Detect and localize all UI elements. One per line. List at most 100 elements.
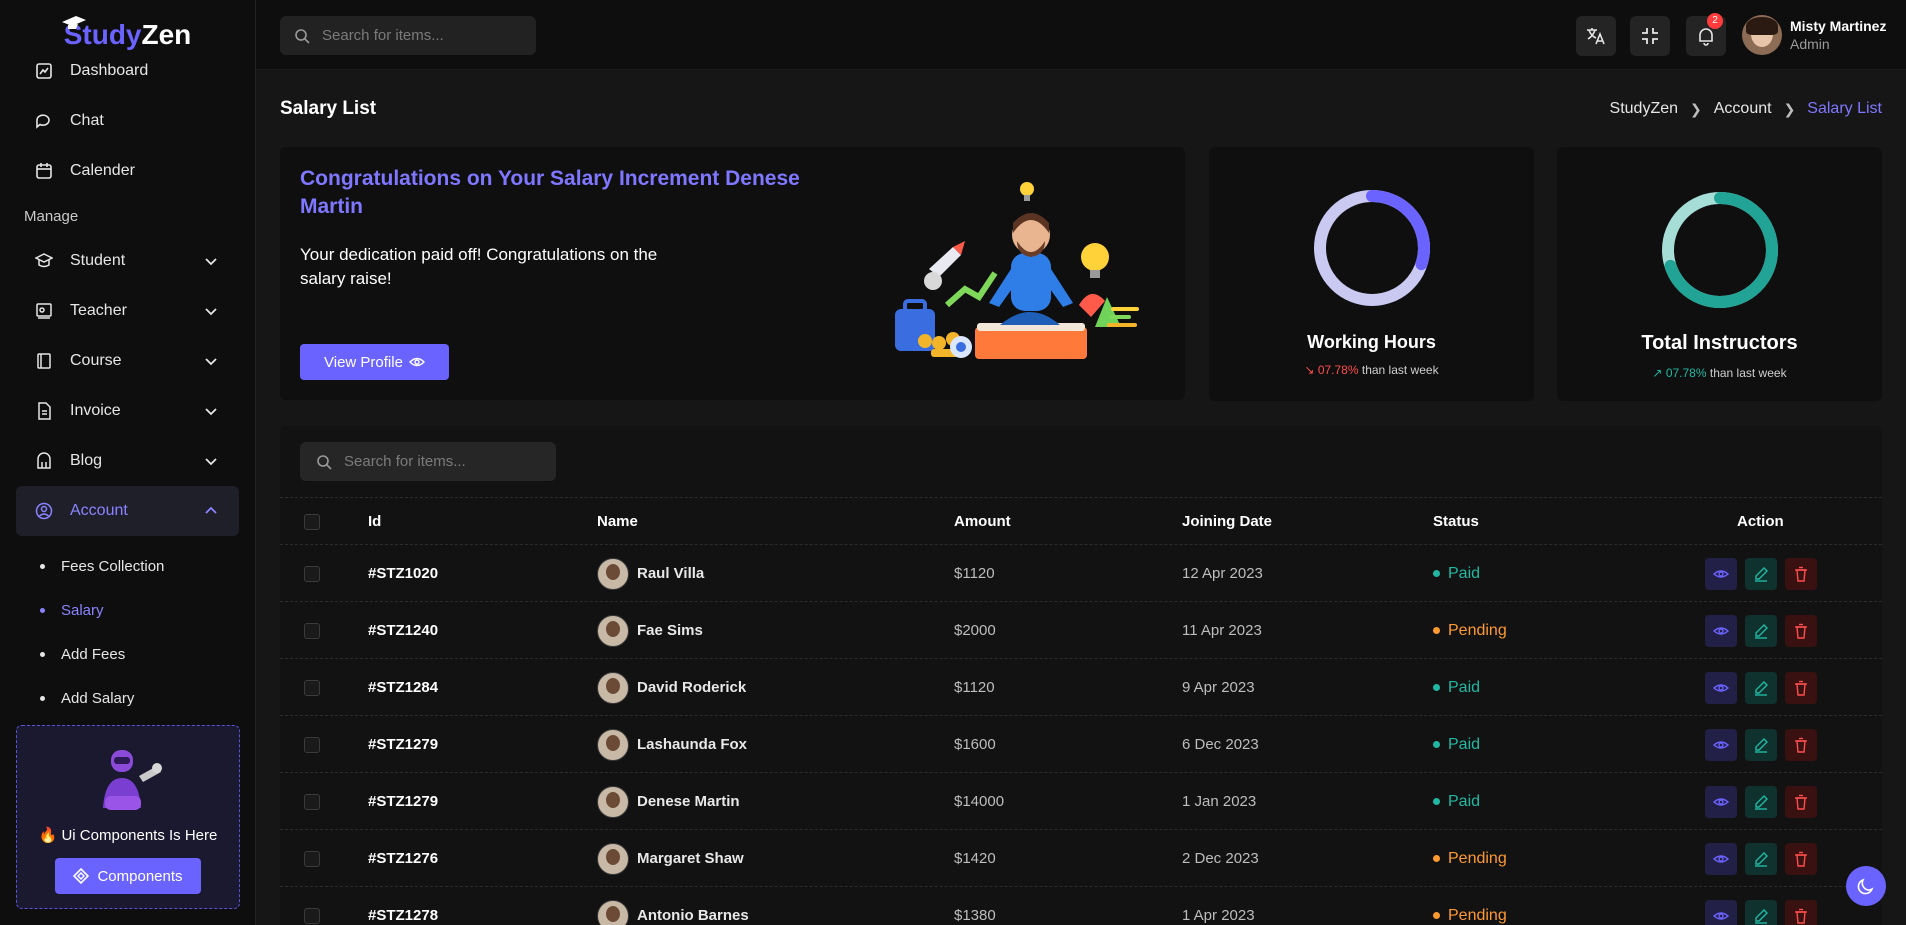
invoice-icon	[34, 401, 54, 421]
bell-icon	[1699, 28, 1713, 46]
column-header-amount[interactable]: Amount	[954, 498, 1011, 546]
sidebar-item-account[interactable]: Account	[16, 486, 239, 536]
column-header-status[interactable]: Status	[1433, 498, 1479, 546]
user-menu[interactable]: Misty Martinez Admin	[1742, 15, 1886, 55]
row-amount: $1120	[954, 679, 995, 696]
table-search[interactable]	[300, 442, 556, 481]
sidebar-subitem-add-salary[interactable]: Add Salary	[16, 676, 239, 720]
table-row[interactable]: #STZ1279 Lashaunda Fox $1600 6 Dec 2023 Paid	[280, 716, 1882, 773]
table-row[interactable]: #STZ1240 Fae Sims $2000 11 Apr 2023 Pending	[280, 602, 1882, 659]
view-button[interactable]	[1705, 785, 1737, 818]
eye-icon	[1713, 797, 1729, 806]
edit-button[interactable]	[1745, 728, 1777, 761]
view-button[interactable]	[1705, 557, 1737, 590]
row-name: Antonio Barnes	[637, 907, 749, 924]
table-row[interactable]: #STZ1020 Raul Villa $1120 12 Apr 2023 Paid	[280, 545, 1882, 602]
delete-button[interactable]	[1785, 785, 1817, 818]
sidebar-item-teacher[interactable]: Teacher	[16, 286, 239, 336]
search-input[interactable]	[322, 27, 522, 44]
components-button[interactable]: Components	[55, 858, 201, 894]
trend-down-icon: ↘	[1304, 363, 1315, 377]
eye-icon	[1713, 626, 1729, 635]
edit-button[interactable]	[1745, 842, 1777, 875]
view-button[interactable]	[1705, 899, 1737, 925]
trash-icon	[1795, 851, 1807, 867]
row-actions	[1705, 545, 1825, 602]
edit-button[interactable]	[1745, 557, 1777, 590]
sidebar-item-invoice[interactable]: Invoice	[16, 386, 239, 436]
view-button[interactable]	[1705, 842, 1737, 875]
edit-button[interactable]	[1745, 785, 1777, 818]
view-button[interactable]	[1705, 614, 1737, 647]
edit-button[interactable]	[1745, 614, 1777, 647]
congratulations-card: Congratulations on Your Salary Increment…	[280, 147, 1185, 400]
row-name-cell: David Roderick	[597, 659, 746, 716]
pencil-icon	[1755, 908, 1768, 924]
column-header-name[interactable]: Name	[597, 498, 638, 546]
column-header-joining-date[interactable]: Joining Date	[1182, 498, 1272, 546]
sidebar-item-student[interactable]: Student	[16, 236, 239, 286]
bullet-icon	[40, 607, 45, 613]
row-checkbox-cell	[304, 830, 320, 887]
header-search[interactable]	[280, 16, 536, 55]
theme-toggle-button[interactable]	[1846, 866, 1886, 906]
pencil-icon	[1755, 680, 1768, 696]
top-bar: 2 Misty Martinez Admin	[256, 0, 1906, 70]
row-checkbox[interactable]	[304, 622, 320, 639]
table-row[interactable]: #STZ1284 David Roderick $1120 9 Apr 2023 Pai…	[280, 659, 1882, 716]
row-status-cell: Pending	[1433, 602, 1507, 659]
chevron-right-icon: ❯	[1690, 100, 1702, 117]
fullscreen-button[interactable]	[1630, 16, 1670, 56]
row-checkbox[interactable]	[304, 736, 320, 753]
row-name: Raul Villa	[637, 565, 705, 582]
sidebar-subitem-salary[interactable]: Salary	[16, 588, 239, 632]
delete-button[interactable]	[1785, 671, 1817, 704]
sidebar-item-calender[interactable]: Calender	[16, 146, 239, 196]
delete-button[interactable]	[1785, 842, 1817, 875]
table-row[interactable]: #STZ1276 Margaret Shaw $1420 2 Dec 2023 Pend…	[280, 830, 1882, 887]
row-joining-date: 6 Dec 2023	[1182, 736, 1259, 753]
edit-button[interactable]	[1745, 671, 1777, 704]
status-badge: Pending	[1433, 850, 1507, 868]
row-id: #STZ1279	[368, 793, 439, 810]
row-actions	[1705, 830, 1825, 887]
breadcrumb-account[interactable]: Account	[1714, 100, 1772, 118]
user-name: Misty Martinez	[1790, 18, 1887, 34]
delete-button[interactable]	[1785, 728, 1817, 761]
view-button[interactable]	[1705, 671, 1737, 704]
sidebar-item-chat[interactable]: Chat	[16, 96, 239, 146]
select-all-checkbox[interactable]	[304, 514, 320, 530]
table-row[interactable]: #STZ1279 Denese Martin $14000 1 Jan 2023 Pai…	[280, 773, 1882, 830]
sidebar-subitem-fees-collection[interactable]: Fees Collection	[16, 544, 239, 588]
view-profile-button[interactable]: View Profile	[300, 344, 449, 380]
row-checkbox[interactable]	[304, 907, 320, 924]
row-checkbox[interactable]	[304, 793, 320, 810]
edit-button[interactable]	[1745, 899, 1777, 925]
status-dot-icon	[1433, 912, 1440, 919]
status-label: Paid	[1448, 564, 1481, 582]
breadcrumb-home[interactable]: StudyZen	[1610, 100, 1678, 118]
row-status-cell: Pending	[1433, 887, 1507, 925]
delete-button[interactable]	[1785, 614, 1817, 647]
row-checkbox[interactable]	[304, 679, 320, 696]
column-header-id[interactable]: Id	[368, 498, 381, 546]
table-search-input[interactable]	[344, 453, 544, 470]
sidebar-subitem-add-fees[interactable]: Add Fees	[16, 632, 239, 676]
delete-button[interactable]	[1785, 899, 1817, 925]
view-button[interactable]	[1705, 728, 1737, 761]
row-checkbox[interactable]	[304, 565, 320, 582]
sidebar-subitem-label: Fees Collection	[61, 557, 165, 575]
sidebar-item-dashboard[interactable]: Dashboard	[16, 46, 239, 96]
table-row[interactable]: #STZ1278 Antonio Barnes $1380 1 Apr 2023 Pen…	[280, 887, 1882, 925]
checkbox[interactable]	[304, 514, 320, 530]
notifications-button[interactable]: 2	[1686, 13, 1726, 56]
delete-button[interactable]	[1785, 557, 1817, 590]
row-checkbox[interactable]	[304, 850, 320, 867]
row-amount: $1380	[954, 907, 996, 924]
sidebar-item-blog[interactable]: Blog	[16, 436, 239, 486]
trash-icon	[1795, 908, 1807, 924]
sidebar-item-course[interactable]: Course	[16, 336, 239, 386]
status-badge: Pending	[1433, 622, 1507, 640]
translate-button[interactable]	[1576, 16, 1616, 56]
status-dot-icon	[1433, 627, 1440, 634]
